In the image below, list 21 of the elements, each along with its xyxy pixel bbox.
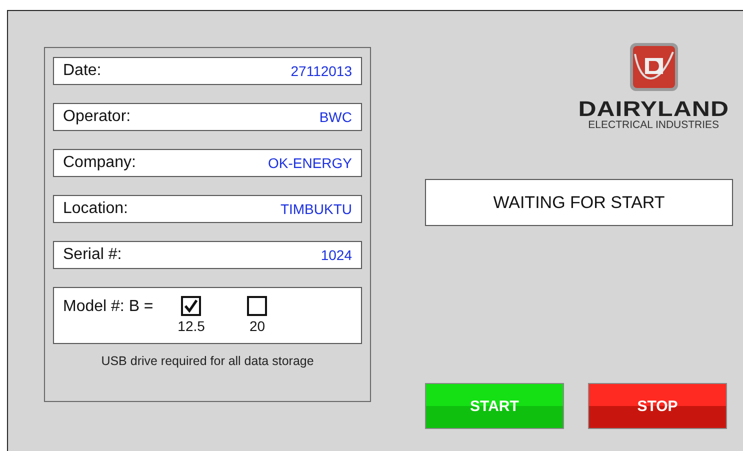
option-label: 20	[249, 318, 266, 334]
field-value: TIMBUKTU	[280, 201, 352, 217]
logo-tagline: ELECTRICAL INDUSTRIES	[588, 120, 720, 131]
field-label: Operator:	[63, 108, 131, 126]
field-value: 27112013	[290, 63, 352, 79]
checkbox[interactable]	[181, 296, 202, 316]
storage-note: USB drive required for all data storage	[100, 354, 315, 368]
stop-button[interactable]: STOP	[588, 383, 727, 429]
field-label: Company:	[63, 154, 136, 172]
field-value: OK-ENERGY	[268, 155, 352, 171]
field-value: 1024	[320, 247, 352, 263]
logo-name: DAIRYLAND	[578, 100, 729, 118]
field-value: BWC	[319, 109, 352, 125]
model-label: Model #: B =	[63, 298, 154, 316]
option-label: 12.5	[178, 318, 205, 334]
logo-icon	[628, 42, 679, 92]
field-label: Date:	[63, 62, 102, 80]
field-label: Serial #:	[63, 246, 122, 264]
checkbox[interactable]	[247, 296, 268, 316]
field-label: Location:	[63, 200, 128, 218]
status-display: WAITING FOR START	[425, 179, 733, 226]
